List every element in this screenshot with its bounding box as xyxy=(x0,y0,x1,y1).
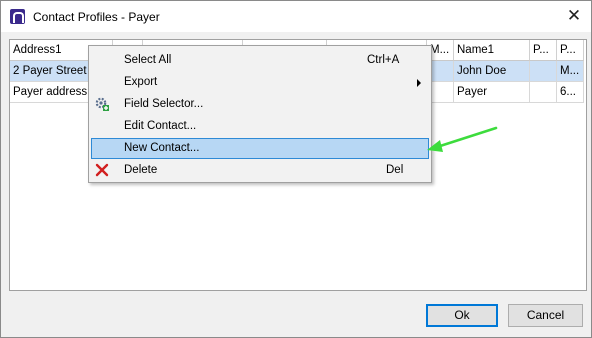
table-row-2-p1[interactable] xyxy=(530,82,557,103)
column-header-name1[interactable]: Name1 xyxy=(454,40,530,61)
menu-item-shortcut: Ctrl+A xyxy=(367,54,400,66)
delete-x-icon xyxy=(95,163,109,177)
menu-item-label: Select All xyxy=(124,54,172,66)
menu-item-edit-contact[interactable]: Edit Contact... xyxy=(91,116,429,137)
table-row-1-p1[interactable] xyxy=(530,61,557,82)
window-title: Contact Profiles - Payer xyxy=(33,10,160,24)
table-row-1-name1[interactable]: John Doe xyxy=(454,61,530,82)
field-selector-icon xyxy=(95,97,109,111)
app-logo-icon xyxy=(10,9,25,24)
contact-profiles-dialog: Contact Profiles - Payer ✕ Address1 M...… xyxy=(0,0,592,338)
close-icon[interactable]: ✕ xyxy=(563,5,585,27)
cancel-button[interactable]: Cancel xyxy=(508,304,583,327)
menu-item-label: Delete xyxy=(124,164,158,176)
table-row-1-p2[interactable]: M... xyxy=(557,61,584,82)
submenu-arrow-icon xyxy=(417,79,421,87)
column-header-p[interactable]: P... xyxy=(530,40,557,61)
menu-item-label: New Contact... xyxy=(124,142,200,154)
context-menu: Select All Ctrl+A Export Field Selector.… xyxy=(88,45,432,183)
menu-item-select-all[interactable]: Select All Ctrl+A xyxy=(91,50,429,71)
menu-item-label: Field Selector... xyxy=(124,98,204,110)
menu-item-label: Edit Contact... xyxy=(124,120,197,132)
column-header-p[interactable]: P... xyxy=(557,40,584,61)
menu-item-delete[interactable]: Delete Del xyxy=(91,160,429,181)
menu-item-export[interactable]: Export xyxy=(91,72,429,93)
menu-item-shortcut: Del xyxy=(386,164,404,176)
annotation-arrow-icon xyxy=(427,126,498,152)
table-row-2-p2[interactable]: 6... xyxy=(557,82,584,103)
table-row-2-name1[interactable]: Payer xyxy=(454,82,530,103)
ok-button[interactable]: Ok xyxy=(426,304,498,327)
menu-item-field-selector[interactable]: Field Selector... xyxy=(91,94,429,115)
menu-item-new-contact[interactable]: New Contact... xyxy=(91,138,429,159)
menu-item-label: Export xyxy=(124,76,158,88)
title-bar: Contact Profiles - Payer ✕ xyxy=(1,1,591,32)
